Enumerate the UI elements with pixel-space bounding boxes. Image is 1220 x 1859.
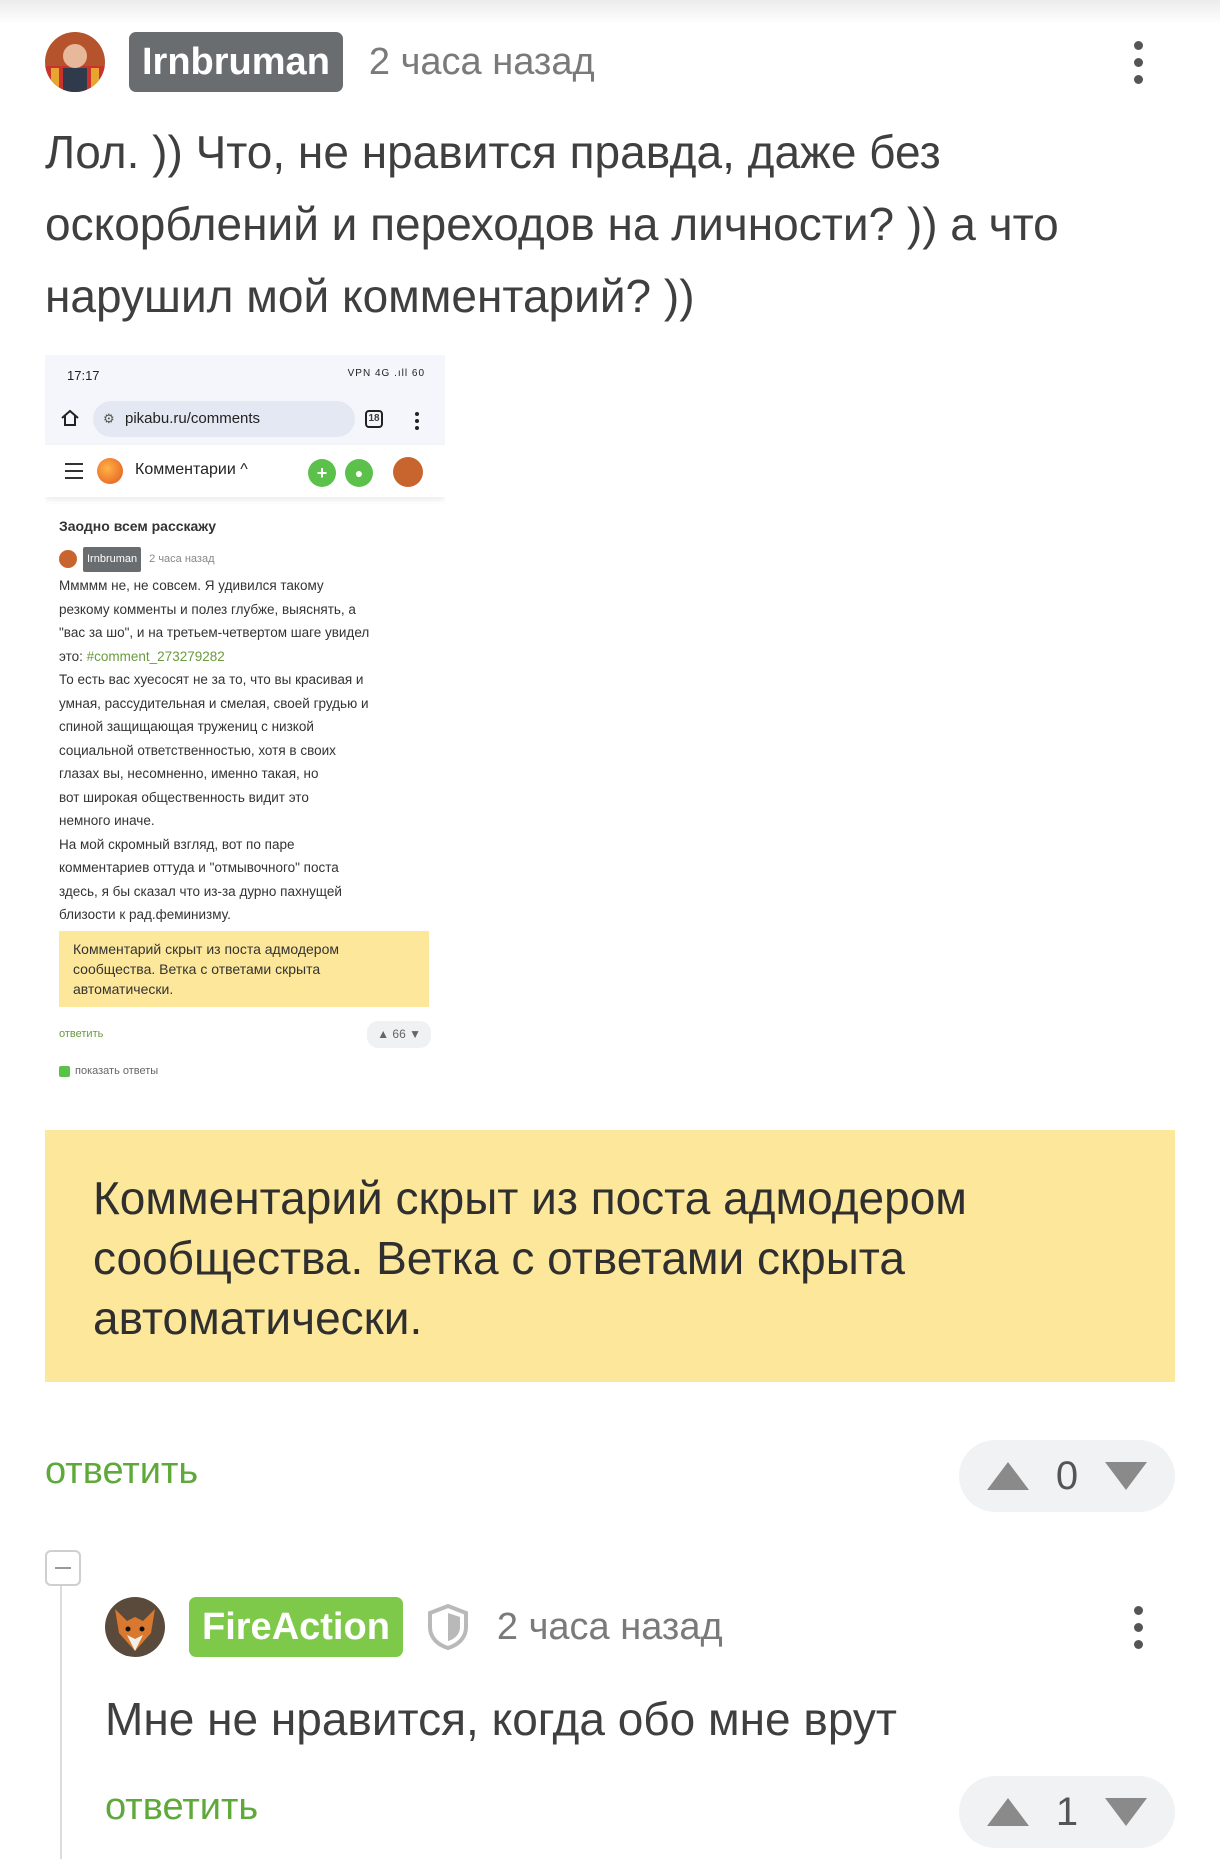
url-text: pikabu.ru/comments [125,410,261,427]
menu-icon [65,463,83,484]
pikabu-logo [97,458,123,484]
expand-icon [59,1066,70,1078]
text-line: умная, рассудительная и смелая, своей гр… [59,695,369,711]
home-icon [61,409,79,426]
shield-icon [427,1603,468,1651]
avatar[interactable] [105,1597,165,1657]
app-title: Комментарии ^ [135,461,248,478]
show-replies: показать ответы [59,1060,431,1084]
status-time: 17:17 [67,368,100,383]
status-bar: 17:17 VPN 4G .ıll 60 [45,355,445,395]
more-vert-icon[interactable] [1118,1597,1158,1657]
upvote-icon[interactable] [987,1462,1029,1490]
vote-box: 1 [959,1776,1175,1848]
avatar [59,550,77,569]
tabs-icon: 18 [365,410,383,428]
text-line: близости к рад.феминизму. [59,907,231,922]
comment-header: FireAction 2 часа назад [105,1597,723,1657]
comment-text: Лол. )) Что, не нравится правда, даже бе… [45,116,1059,332]
text-line: вот широкая общественность видит это [59,789,309,805]
comment-text-line: Лол. )) Что, не нравится правда, даже бе… [45,126,941,178]
browser-url-row: ⚙ pikabu.ru/comments 18 [45,395,445,445]
vote-count: 0 [1055,1453,1079,1498]
thread-line[interactable] [60,1575,62,1859]
text-line: комментариев оттуда и "отмывочного" пост… [59,860,339,875]
text-line: резкому комменты и полез глубже, выяснят… [59,601,356,617]
collapse-icon[interactable] [45,1550,81,1586]
text-line: "вас за шо", и на третьем-четвертом шаге… [59,625,370,640]
comment-link: #comment_273279282 [86,648,225,664]
text-line: Ммммм не, не совсем. Я удивился такому [59,578,324,593]
avatar[interactable] [45,32,105,92]
post-title: Заодно всем расскажу [59,518,217,534]
status-icons: VPN 4G .ıll 60 [347,368,425,379]
text-line: здесь, я бы сказал что из-за дурно пахну… [59,883,342,899]
browser-menu-icon [415,409,421,433]
author-badge[interactable]: Irnbruman [129,32,343,92]
text-line: это: #comment_273279282 [59,645,431,669]
vote-box: 0 [959,1440,1175,1512]
mini-footer: ответить ▲ 66 ▼ [59,1020,431,1048]
comment-time: 2 часа назад [149,552,215,565]
comment-text: Мне не нравится, когда обо мне врут [105,1693,897,1745]
vote-count: 1 [1055,1789,1079,1834]
comment-time: 2 часа назад [496,1605,723,1648]
bell-icon: ● [345,459,373,487]
text-prefix: это: [59,648,87,664]
vote-box: ▲ 66 ▼ [367,1020,431,1048]
author-badge: Irnbruman [83,546,142,572]
avatar [393,457,423,487]
comment-header: Irnbruman 2 часа назад [45,32,595,92]
comment-text-line: оскорблений и переходов на личности? )) … [45,198,1059,250]
author-badge[interactable]: FireAction [189,1597,403,1657]
mini-comment-header: Irnbruman 2 часа назад [59,546,431,572]
reply-link: ответить [59,1027,104,1040]
reply-button[interactable]: ответить [45,1450,198,1493]
attached-screenshot[interactable]: 17:17 VPN 4G .ıll 60 ⚙ pikabu.ru/comment… [45,355,445,1095]
comment-text-line: нарушил мой комментарий? )) [45,270,695,322]
downvote-icon[interactable] [1105,1462,1147,1490]
reply-button[interactable]: ответить [105,1786,258,1829]
text-line: То есть вас хуесосят не за то, что вы кр… [59,672,364,687]
text-line: глазах вы, несомненно, именно такая, но [59,766,319,781]
vote-count: 66 [392,1026,406,1041]
add-icon: + [308,459,336,487]
site-settings-icon: ⚙ [103,411,115,426]
text-line: спиной защищающая тружениц с низкой [59,719,314,734]
text-line: На мой скромный взгляд, вот по паре [59,836,295,852]
app-bar: Комментарии ^ + ● [45,445,445,497]
screenshot-body: Заодно всем расскажу Irnbruman 2 часа на… [45,497,445,1084]
comment-time: 2 часа назад [368,40,595,83]
text-line: немного иначе. [59,813,155,828]
top-shadow [0,0,1220,24]
hidden-notice: Комментарий скрыт из поста адмодером соо… [59,930,429,1007]
hidden-comment-banner: Комментарий скрыт из поста адмодером соо… [45,1130,1175,1382]
upvote-icon[interactable] [987,1798,1029,1826]
show-replies-label: показать ответы [75,1065,159,1077]
url-bar: ⚙ pikabu.ru/comments [93,401,355,437]
more-vert-icon[interactable] [1118,32,1158,92]
downvote-icon[interactable] [1105,1798,1147,1826]
text-line: социальной ответственностью, хотя в свои… [59,742,336,758]
